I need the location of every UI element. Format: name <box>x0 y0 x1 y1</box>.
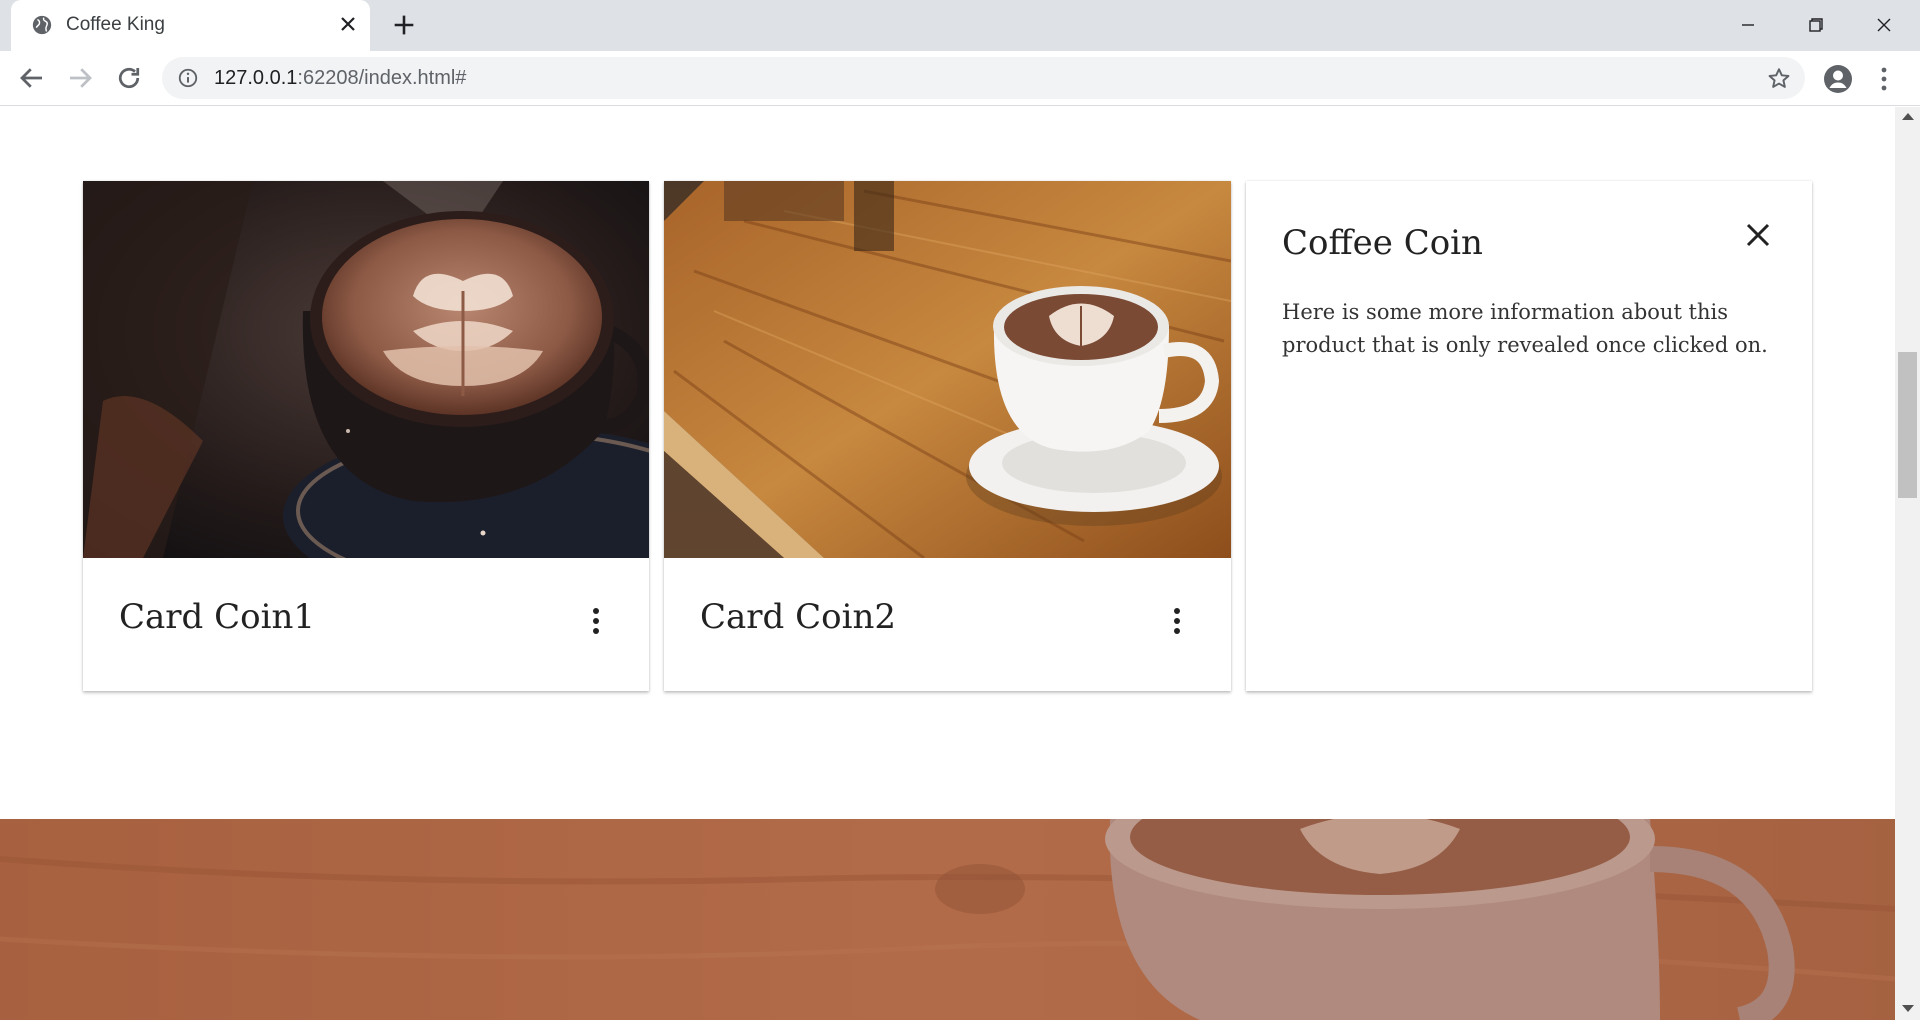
card-image[interactable] <box>664 181 1231 558</box>
browser-toolbar: 127.0.0.1:62208/index.html# <box>0 51 1920 106</box>
globe-icon <box>32 15 52 35</box>
more-vert-icon[interactable] <box>1170 606 1184 636</box>
browser-tab[interactable]: Coffee King <box>11 0 370 51</box>
info-icon[interactable] <box>177 67 199 89</box>
tab-close-icon[interactable] <box>336 12 360 36</box>
card-image[interactable] <box>83 181 649 558</box>
reveal-title: Coffee Coin <box>1282 223 1483 263</box>
minimize-icon[interactable] <box>1731 8 1765 42</box>
tab-strip: Coffee King <box>0 0 1920 51</box>
product-card[interactable]: Card Coin1 <box>83 181 649 691</box>
latte-art-dark-cup-photo <box>83 181 649 558</box>
tab-title: Coffee King <box>66 14 165 35</box>
product-card[interactable]: Card Coin2 <box>664 181 1231 691</box>
card-title[interactable]: Card Coin2 <box>700 597 896 637</box>
scroll-down-arrow-icon[interactable] <box>1902 1005 1914 1012</box>
profile-icon[interactable] <box>1822 63 1854 95</box>
parallax-section <box>0 819 1895 1020</box>
close-icon[interactable] <box>1744 221 1772 249</box>
more-vert-icon[interactable] <box>589 606 603 636</box>
browser-menu-icon[interactable] <box>1877 65 1891 93</box>
restore-icon[interactable] <box>1799 8 1833 42</box>
latte-on-wooden-table-photo <box>664 181 1231 558</box>
new-tab-icon[interactable] <box>390 11 418 39</box>
scroll-up-arrow-icon[interactable] <box>1902 113 1914 120</box>
url-text: 127.0.0.1:62208/index.html# <box>214 67 467 89</box>
forward-arrow-icon[interactable] <box>65 63 95 93</box>
page-scrollbar[interactable] <box>1895 107 1920 1020</box>
card-title[interactable]: Card Coin1 <box>119 597 315 637</box>
page-viewport: Card Coin1 Card Coin2 Coffee Coin Here i… <box>0 107 1895 1020</box>
card-reveal-panel: Coffee Coin Here is some more informatio… <box>1246 181 1812 691</box>
coffee-cup-parallax-photo <box>0 819 1895 1020</box>
reveal-text: Here is some more information about this… <box>1282 300 1768 357</box>
scrollbar-thumb[interactable] <box>1898 352 1917 498</box>
address-bar[interactable]: 127.0.0.1:62208/index.html# <box>162 57 1805 99</box>
reload-icon[interactable] <box>114 63 144 93</box>
back-arrow-icon[interactable] <box>17 63 47 93</box>
window-close-icon[interactable] <box>1867 8 1901 42</box>
bookmark-star-icon[interactable] <box>1766 66 1792 92</box>
